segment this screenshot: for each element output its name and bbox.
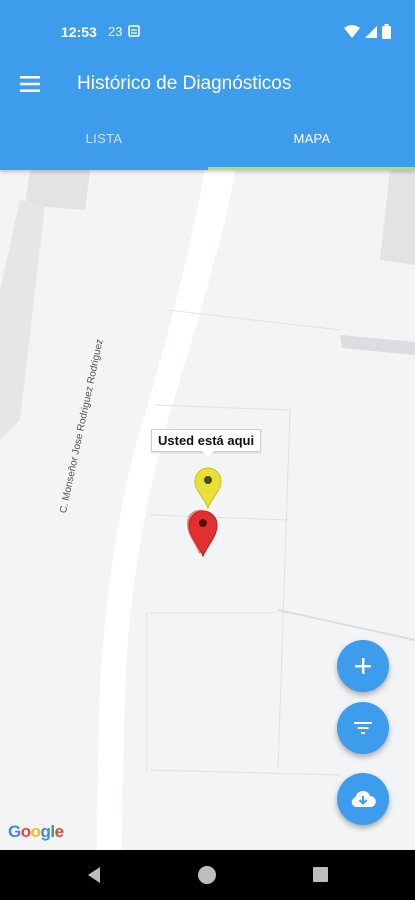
plus-icon [355,658,371,674]
app-bar: Histórico de Diagnósticos [0,60,415,110]
status-icons [344,24,391,39]
google-attribution-logo: Google [8,822,64,841]
tab-bar: LISTA MAPA [0,110,415,170]
status-bar: 12:53 23 [0,0,415,60]
download-button[interactable] [337,773,389,825]
calendar-icon [128,25,140,37]
current-location-marker-icon[interactable] [194,467,222,509]
home-icon[interactable] [198,866,216,884]
cloud-download-icon [351,790,376,807]
filter-button[interactable] [337,702,389,754]
map-view[interactable]: C. Monseñor Jose Rodriguez Rodriguez Ust… [0,170,415,850]
system-nav-bar [0,850,415,900]
wifi-icon [344,24,360,38]
page-title: Histórico de Diagnósticos [77,73,292,94]
hamburger-menu-icon[interactable] [18,72,42,96]
signal-icon [365,25,377,38]
tab-mapa[interactable]: MAPA [208,110,415,170]
status-extra: 23 [108,24,140,39]
back-icon[interactable] [86,866,102,884]
tab-lista[interactable]: LISTA [0,110,208,170]
filter-icon [354,722,372,734]
recents-icon[interactable] [313,867,328,882]
add-button[interactable] [337,640,389,692]
tab-indicator [208,167,415,170]
current-location-tooltip: Usted está aqui [151,429,262,458]
diagnostic-marker-icon[interactable] [187,508,219,558]
battery-icon [382,24,391,39]
status-time: 12:53 [61,24,97,40]
